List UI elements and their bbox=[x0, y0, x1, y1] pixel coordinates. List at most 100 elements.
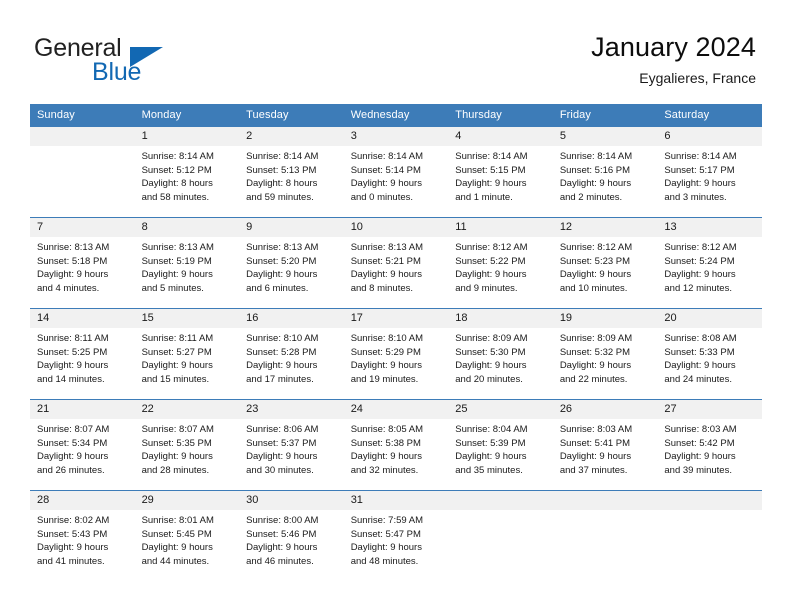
calendar-week-row: 14 Sunrise: 8:11 AM Sunset: 5:25 PM Dayl… bbox=[30, 308, 762, 400]
sunrise-text: Sunrise: 8:01 AM bbox=[141, 515, 214, 526]
sunset-text: Sunset: 5:14 PM bbox=[350, 164, 421, 176]
brand-logo[interactable]: General Blue bbox=[34, 36, 264, 92]
sunrise-text: Sunrise: 8:14 AM bbox=[246, 151, 319, 162]
day-details: Sunrise: 8:14 AM Sunset: 5:17 PM Dayligh… bbox=[657, 146, 762, 204]
calendar-day-cell[interactable]: 28 Sunrise: 8:02 AM Sunset: 5:43 PM Dayl… bbox=[30, 490, 135, 581]
day-number bbox=[30, 127, 135, 146]
weekday-header-sunday: Sunday bbox=[30, 104, 135, 127]
calendar-day-cell[interactable]: 9 Sunrise: 8:13 AM Sunset: 5:20 PM Dayli… bbox=[239, 217, 344, 309]
brand-name-bottom: Blue bbox=[92, 58, 142, 86]
calendar-day-cell[interactable]: 23 Sunrise: 8:06 AM Sunset: 5:37 PM Dayl… bbox=[239, 399, 344, 491]
calendar-day-cell[interactable]: 26 Sunrise: 8:03 AM Sunset: 5:41 PM Dayl… bbox=[552, 399, 658, 491]
calendar-day-cell[interactable]: 5 Sunrise: 8:14 AM Sunset: 5:16 PM Dayli… bbox=[552, 126, 658, 218]
calendar-day-cell[interactable]: 4 Sunrise: 8:14 AM Sunset: 5:15 PM Dayli… bbox=[448, 126, 553, 218]
daylight-text-line2: and 4 minutes. bbox=[37, 282, 100, 294]
calendar-day-cell[interactable]: 8 Sunrise: 8:13 AM Sunset: 5:19 PM Dayli… bbox=[134, 217, 240, 309]
day-details bbox=[448, 510, 553, 514]
calendar-day-cell[interactable]: 18 Sunrise: 8:09 AM Sunset: 5:30 PM Dayl… bbox=[448, 308, 553, 400]
daylight-text-line1: Daylight: 8 hours bbox=[246, 178, 318, 190]
day-details: Sunrise: 8:03 AM Sunset: 5:41 PM Dayligh… bbox=[553, 419, 658, 477]
calendar-day-cell[interactable]: 16 Sunrise: 8:10 AM Sunset: 5:28 PM Dayl… bbox=[239, 308, 344, 400]
daylight-text-line1: Daylight: 9 hours bbox=[141, 269, 213, 281]
calendar-day-cell[interactable]: 22 Sunrise: 8:07 AM Sunset: 5:35 PM Dayl… bbox=[134, 399, 240, 491]
daylight-text-line1: Daylight: 9 hours bbox=[455, 360, 527, 372]
sunrise-text: Sunrise: 8:13 AM bbox=[37, 242, 110, 253]
daylight-text-line2: and 10 minutes. bbox=[559, 282, 628, 294]
calendar-day-cell[interactable]: 21 Sunrise: 8:07 AM Sunset: 5:34 PM Dayl… bbox=[30, 399, 135, 491]
sunset-text: Sunset: 5:23 PM bbox=[559, 255, 631, 267]
calendar-day-cell[interactable]: 29 Sunrise: 8:01 AM Sunset: 5:45 PM Dayl… bbox=[134, 490, 240, 581]
sunset-text: Sunset: 5:32 PM bbox=[559, 346, 631, 358]
day-number: 22 bbox=[134, 400, 240, 419]
calendar-day-cell[interactable]: 20 Sunrise: 8:08 AM Sunset: 5:33 PM Dayl… bbox=[657, 308, 762, 400]
day-details: Sunrise: 8:14 AM Sunset: 5:14 PM Dayligh… bbox=[344, 146, 449, 204]
calendar-day-cell[interactable]: 11 Sunrise: 8:12 AM Sunset: 5:22 PM Dayl… bbox=[448, 217, 553, 309]
weekday-header-friday: Friday bbox=[552, 104, 658, 127]
sunset-text: Sunset: 5:24 PM bbox=[664, 255, 735, 267]
day-details: Sunrise: 8:12 AM Sunset: 5:23 PM Dayligh… bbox=[553, 237, 658, 295]
daylight-text-line2: and 3 minutes. bbox=[664, 191, 727, 203]
page-title: January 2024 bbox=[591, 32, 756, 62]
day-details bbox=[553, 510, 658, 514]
calendar-day-cell[interactable]: 14 Sunrise: 8:11 AM Sunset: 5:25 PM Dayl… bbox=[30, 308, 135, 400]
sunset-text: Sunset: 5:13 PM bbox=[246, 164, 317, 176]
calendar-day-cell[interactable]: 15 Sunrise: 8:11 AM Sunset: 5:27 PM Dayl… bbox=[134, 308, 240, 400]
sunset-text: Sunset: 5:25 PM bbox=[37, 346, 108, 358]
day-details: Sunrise: 8:14 AM Sunset: 5:15 PM Dayligh… bbox=[448, 146, 553, 204]
day-details: Sunrise: 8:13 AM Sunset: 5:18 PM Dayligh… bbox=[30, 237, 135, 295]
sunset-text: Sunset: 5:45 PM bbox=[141, 528, 212, 540]
calendar-day-cell[interactable]: 24 Sunrise: 8:05 AM Sunset: 5:38 PM Dayl… bbox=[343, 399, 449, 491]
sunrise-text: Sunrise: 8:12 AM bbox=[455, 242, 528, 253]
daylight-text-line2: and 26 minutes. bbox=[37, 464, 105, 476]
day-details: Sunrise: 8:13 AM Sunset: 5:20 PM Dayligh… bbox=[239, 237, 344, 295]
calendar-day-cell[interactable]: 25 Sunrise: 8:04 AM Sunset: 5:39 PM Dayl… bbox=[448, 399, 553, 491]
daylight-text-line1: Daylight: 9 hours bbox=[37, 360, 109, 372]
sunset-text: Sunset: 5:15 PM bbox=[455, 164, 526, 176]
calendar-day-cell[interactable]: 3 Sunrise: 8:14 AM Sunset: 5:14 PM Dayli… bbox=[343, 126, 449, 218]
calendar-day-cell[interactable]: 2 Sunrise: 8:14 AM Sunset: 5:13 PM Dayli… bbox=[239, 126, 344, 218]
sunset-text: Sunset: 5:35 PM bbox=[141, 437, 212, 449]
calendar-day-cell[interactable]: 12 Sunrise: 8:12 AM Sunset: 5:23 PM Dayl… bbox=[552, 217, 658, 309]
calendar-day-cell[interactable] bbox=[657, 490, 762, 581]
calendar-day-cell[interactable]: 7 Sunrise: 8:13 AM Sunset: 5:18 PM Dayli… bbox=[30, 217, 135, 309]
daylight-text-line1: Daylight: 9 hours bbox=[141, 451, 213, 463]
day-number: 14 bbox=[30, 309, 135, 328]
daylight-text-line2: and 12 minutes. bbox=[664, 282, 732, 294]
sunset-text: Sunset: 5:19 PM bbox=[141, 255, 212, 267]
day-number: 26 bbox=[552, 400, 658, 419]
day-number: 28 bbox=[30, 491, 135, 510]
calendar-day-cell[interactable] bbox=[448, 490, 553, 581]
sunrise-text: Sunrise: 8:04 AM bbox=[455, 424, 528, 435]
daylight-text-line2: and 24 minutes. bbox=[664, 373, 732, 385]
day-number: 11 bbox=[448, 218, 553, 237]
calendar-day-cell[interactable]: 19 Sunrise: 8:09 AM Sunset: 5:32 PM Dayl… bbox=[552, 308, 658, 400]
calendar-day-cell[interactable]: 6 Sunrise: 8:14 AM Sunset: 5:17 PM Dayli… bbox=[657, 126, 762, 218]
calendar-day-cell[interactable]: 13 Sunrise: 8:12 AM Sunset: 5:24 PM Dayl… bbox=[657, 217, 762, 309]
calendar-day-cell[interactable]: 30 Sunrise: 8:00 AM Sunset: 5:46 PM Dayl… bbox=[239, 490, 344, 581]
daylight-text-line2: and 19 minutes. bbox=[350, 373, 419, 385]
daylight-text-line2: and 58 minutes. bbox=[141, 191, 210, 203]
calendar-day-cell[interactable]: 10 Sunrise: 8:13 AM Sunset: 5:21 PM Dayl… bbox=[343, 217, 449, 309]
sunset-text: Sunset: 5:37 PM bbox=[246, 437, 317, 449]
sunrise-text: Sunrise: 8:10 AM bbox=[246, 333, 319, 344]
calendar-day-cell[interactable]: 1 Sunrise: 8:14 AM Sunset: 5:12 PM Dayli… bbox=[134, 126, 240, 218]
calendar-day-cell[interactable] bbox=[30, 126, 135, 218]
day-number: 29 bbox=[134, 491, 240, 510]
daylight-text-line1: Daylight: 9 hours bbox=[37, 451, 109, 463]
sunset-text: Sunset: 5:16 PM bbox=[559, 164, 631, 176]
sunset-text: Sunset: 5:46 PM bbox=[246, 528, 317, 540]
daylight-text-line1: Daylight: 9 hours bbox=[664, 269, 736, 281]
sunrise-text: Sunrise: 8:03 AM bbox=[664, 424, 737, 435]
daylight-text-line2: and 14 minutes. bbox=[37, 373, 105, 385]
sunrise-text: Sunrise: 8:13 AM bbox=[350, 242, 424, 253]
calendar-day-cell[interactable]: 17 Sunrise: 8:10 AM Sunset: 5:29 PM Dayl… bbox=[343, 308, 449, 400]
daylight-text-line1: Daylight: 9 hours bbox=[664, 178, 736, 190]
calendar-day-cell[interactable]: 27 Sunrise: 8:03 AM Sunset: 5:42 PM Dayl… bbox=[657, 399, 762, 491]
day-details: Sunrise: 8:10 AM Sunset: 5:29 PM Dayligh… bbox=[344, 328, 449, 386]
calendar-day-cell[interactable]: 31 Sunrise: 7:59 AM Sunset: 5:47 PM Dayl… bbox=[343, 490, 449, 581]
daylight-text-line1: Daylight: 9 hours bbox=[664, 451, 736, 463]
daylight-text-line1: Daylight: 9 hours bbox=[37, 542, 109, 554]
calendar-day-cell[interactable] bbox=[552, 490, 658, 581]
daylight-text-line2: and 48 minutes. bbox=[350, 555, 419, 567]
weekday-header-saturday: Saturday bbox=[657, 104, 762, 127]
